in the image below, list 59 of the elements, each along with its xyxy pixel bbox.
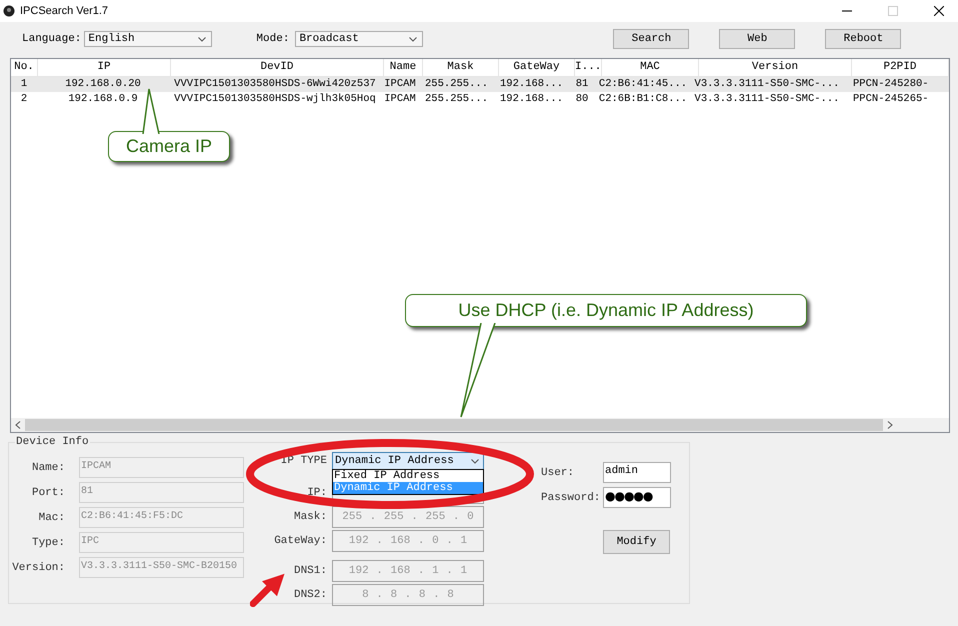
language-label: Language: xyxy=(22,33,82,45)
field-label: GateWay: xyxy=(274,535,327,547)
camera-icon xyxy=(3,5,15,17)
table-row[interactable]: 2 192.168.0.9 VVVIPC1501303580HSDS-wjlh3k05Hoq IPCAM 255.255... 192.168... 80 C2:6B:B1:C8... V3.3.3.3111-S50-SMC-... PPCN-245265- xyxy=(11,92,949,107)
table-cell-text: 81 xyxy=(574,77,590,92)
table-cell-text: 192.168... xyxy=(498,77,564,92)
scrollbar-thumb[interactable] xyxy=(25,419,883,431)
close-icon[interactable] xyxy=(934,6,944,16)
table-cell-text: IPCAM xyxy=(383,77,417,92)
user-field[interactable]: admin xyxy=(603,462,671,483)
field-label: DNS1: xyxy=(294,565,327,577)
field-label: Mac: xyxy=(38,512,65,524)
horizontal-scrollbar[interactable] xyxy=(11,418,949,432)
toolbar-button[interactable]: Reboot xyxy=(825,29,902,49)
caret-icon xyxy=(198,36,206,42)
table-cell-text: 2 xyxy=(20,92,28,107)
password-field[interactable]: ●●●●● xyxy=(603,487,671,508)
language-dropdown[interactable]: English xyxy=(84,31,212,47)
table-cell-text: V3.3.3.3111-S50-SMC-... xyxy=(694,77,840,92)
table-cell-text: C2:6B:B1:C8... xyxy=(598,92,688,107)
table-cell-text: VVVIPC1501303580HSDS-6Wwi420z537 xyxy=(173,77,377,92)
table-cell-text: 1 xyxy=(20,77,28,92)
table-cell-text: 255.255... xyxy=(424,77,489,92)
table-cell-text: 255.255... xyxy=(424,92,489,107)
caret-icon xyxy=(471,458,479,464)
window-title: IPCSearch Ver1.7 xyxy=(20,5,108,17)
table-row[interactable]: 1 192.168.0.20 VVVIPC1501303580HSDS-6Wwi420z537 IPCAM 255.255... 192.168... 81 C2:B6:41:45... V3.3.3.3111-S50-SMC-... PPCN-245280- xyxy=(11,77,949,92)
table-cell-text: V3.3.3.3111-S50-SMC-... xyxy=(694,92,840,107)
table-cell-text: C2:B6:41:45... xyxy=(598,77,688,92)
field-label: DNS2: xyxy=(294,589,327,601)
toolbar-button[interactable]: Search xyxy=(613,29,690,49)
mode-label: Mode: xyxy=(256,33,290,45)
table-cell-text: 80 xyxy=(574,92,590,107)
scroll-right-icon[interactable] xyxy=(887,421,893,429)
callout-text: Use DHCP (i.e. Dynamic IP Address) xyxy=(458,300,754,321)
table-cell-text: 192.168... xyxy=(498,92,564,107)
table-cell-text: PPCN-245265- xyxy=(852,92,930,107)
field-label: IP: xyxy=(307,487,327,499)
field-label: Port: xyxy=(30,486,65,498)
dropdown-option[interactable]: Fixed IP Address xyxy=(333,470,483,482)
field-label: Version: xyxy=(11,562,65,574)
toolbar-button[interactable]: Web xyxy=(719,29,796,49)
user-label: User: xyxy=(541,466,576,478)
table-cell-text: 192.168.0.20 xyxy=(64,77,142,92)
caret-icon xyxy=(409,36,418,42)
ip-type-dropdown[interactable]: Dynamic IP Address xyxy=(332,452,484,470)
modify-button[interactable]: Modify xyxy=(603,530,670,554)
callout-text: Camera IP xyxy=(126,136,212,157)
field-label: Mask: xyxy=(294,511,327,523)
table-cell-text: VVVIPC1501303580HSDS-wjlh3k05Hoq xyxy=(173,92,377,107)
field-label: Type: xyxy=(30,536,65,548)
table-cell-text: IPCAM xyxy=(383,92,417,107)
pointer-arrow xyxy=(250,572,286,607)
table-cell-text: PPCN-245280- xyxy=(852,77,930,92)
table-cell-text: 192.168.0.9 xyxy=(67,92,139,107)
field-label: Name: xyxy=(30,462,65,474)
scroll-left-icon[interactable] xyxy=(15,421,21,429)
mode-dropdown[interactable]: Broadcast xyxy=(295,31,424,47)
password-label: Password: xyxy=(541,492,602,504)
